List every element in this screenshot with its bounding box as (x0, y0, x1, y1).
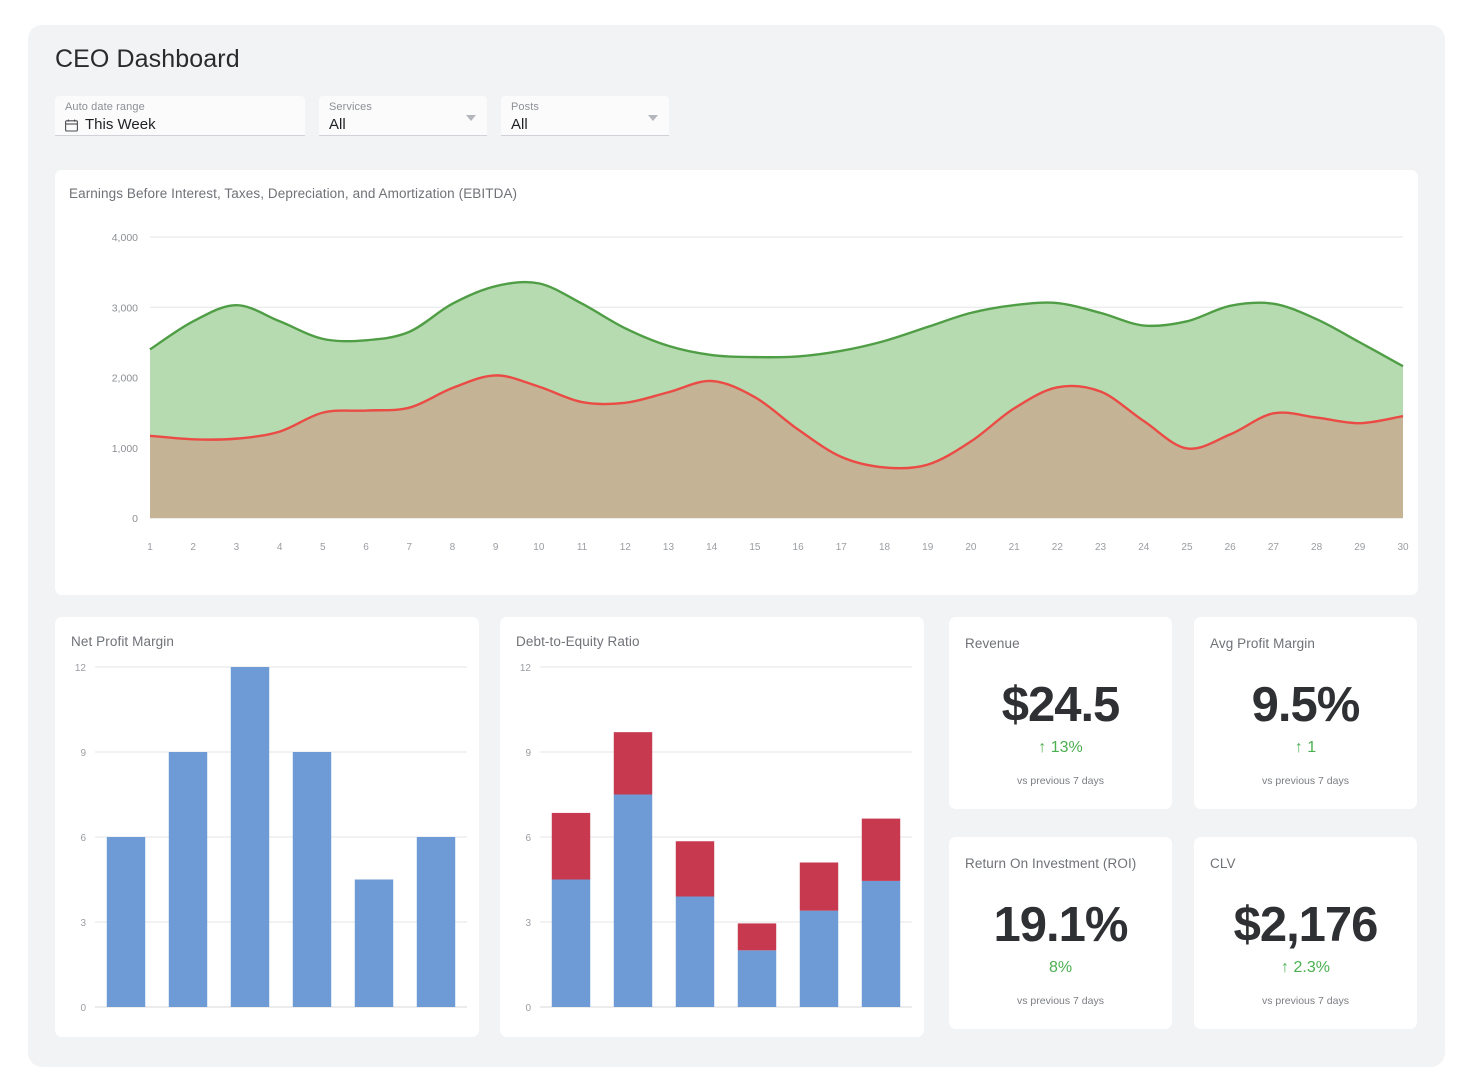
debt-to-equity-title: Debt-to-Equity Ratio (516, 634, 640, 649)
svg-text:3,000: 3,000 (112, 302, 138, 314)
svg-text:23: 23 (1095, 542, 1107, 553)
kpi-value-revenue: $24.5 (949, 677, 1172, 733)
svg-text:19: 19 (922, 542, 934, 553)
svg-text:6: 6 (525, 833, 531, 844)
dashboard-container: CEO Dashboard Auto date range This Week … (28, 25, 1445, 1067)
filter-value-services: All (329, 115, 477, 135)
kpi-subtext-clv: vs previous 7 days (1194, 995, 1417, 1007)
svg-text:6: 6 (80, 833, 86, 844)
svg-text:3: 3 (234, 542, 240, 553)
kpi-card-avg-profit-margin: Avg Profit Margin 9.5% ↑ 1 vs previous 7… (1194, 617, 1417, 809)
svg-text:16: 16 (793, 542, 805, 553)
svg-text:22: 22 (1052, 542, 1064, 553)
svg-text:15: 15 (749, 542, 761, 553)
svg-text:10: 10 (533, 542, 545, 553)
filter-label-date-range: Auto date range (65, 101, 295, 114)
svg-text:18: 18 (879, 542, 891, 553)
svg-text:29: 29 (1354, 542, 1366, 553)
svg-text:12: 12 (75, 663, 87, 674)
svg-text:1,000: 1,000 (112, 443, 138, 455)
chevron-down-icon[interactable] (466, 115, 476, 121)
svg-text:2: 2 (190, 542, 196, 553)
debt-to-equity-bar-chart[interactable]: 0 3 6 9 12 (500, 657, 924, 1037)
kpi-subtext-roi: vs previous 7 days (949, 995, 1172, 1007)
filter-label-services: Services (329, 101, 477, 114)
filter-posts[interactable]: Posts All (501, 96, 669, 136)
filter-value-posts: All (511, 115, 659, 135)
chevron-down-icon[interactable] (648, 115, 658, 121)
kpi-card-revenue: Revenue $24.5 ↑ 13% vs previous 7 days (949, 617, 1172, 809)
svg-text:7: 7 (406, 542, 412, 553)
ebitda-area-chart[interactable]: 01,0002,0003,0004,0001234567891011121314… (55, 215, 1418, 595)
kpi-delta-clv: ↑ 2.3% (1194, 958, 1417, 977)
kpi-delta-avg-profit-margin: ↑ 1 (1194, 738, 1417, 757)
svg-text:0: 0 (132, 513, 138, 525)
svg-text:6: 6 (363, 542, 369, 553)
svg-text:12: 12 (520, 663, 532, 674)
net-profit-margin-card: Net Profit Margin 0 3 6 9 12 (55, 617, 479, 1037)
kpi-card-clv: CLV $2,176 ↑ 2.3% vs previous 7 days (1194, 837, 1417, 1029)
filter-text-date-range: This Week (85, 115, 156, 135)
kpi-title-roi: Return On Investment (ROI) (965, 856, 1136, 871)
kpi-title-avg-profit-margin: Avg Profit Margin (1210, 636, 1315, 651)
kpi-subtext-revenue: vs previous 7 days (949, 775, 1172, 787)
kpi-title-revenue: Revenue (965, 636, 1020, 651)
svg-text:4,000: 4,000 (112, 232, 138, 244)
filter-bar: Auto date range This Week Services All (55, 96, 669, 136)
filter-value-date-range: This Week (65, 115, 295, 135)
svg-text:25: 25 (1181, 542, 1193, 553)
svg-text:3: 3 (525, 918, 531, 929)
kpi-delta-roi: 8% (949, 958, 1172, 977)
kpi-value-roi: 19.1% (949, 897, 1172, 953)
svg-text:9: 9 (80, 748, 86, 759)
filter-services[interactable]: Services All (319, 96, 487, 136)
svg-text:12: 12 (620, 542, 632, 553)
svg-text:30: 30 (1397, 542, 1409, 553)
svg-text:21: 21 (1009, 542, 1021, 553)
svg-text:11: 11 (577, 542, 588, 553)
svg-text:9: 9 (525, 748, 531, 759)
svg-text:27: 27 (1268, 542, 1280, 553)
net-profit-margin-title: Net Profit Margin (71, 634, 174, 649)
kpi-subtext-avg-profit-margin: vs previous 7 days (1194, 775, 1417, 787)
svg-text:8: 8 (450, 542, 456, 553)
page-title: CEO Dashboard (55, 45, 240, 74)
svg-text:0: 0 (80, 1003, 86, 1014)
svg-text:9: 9 (493, 542, 499, 553)
svg-text:17: 17 (836, 542, 848, 553)
filter-auto-date-range[interactable]: Auto date range This Week (55, 96, 305, 136)
ebitda-card: Earnings Before Interest, Taxes, Depreci… (55, 170, 1418, 595)
svg-text:2,000: 2,000 (112, 373, 138, 385)
kpi-value-clv: $2,176 (1194, 897, 1417, 953)
filter-label-posts: Posts (511, 101, 659, 114)
svg-text:3: 3 (80, 918, 86, 929)
svg-text:1: 1 (147, 542, 153, 553)
kpi-delta-revenue: ↑ 13% (949, 738, 1172, 757)
svg-text:5: 5 (320, 542, 326, 553)
svg-text:24: 24 (1138, 542, 1150, 553)
net-profit-margin-bar-chart[interactable]: 0 3 6 9 12 (55, 657, 479, 1037)
debt-to-equity-card: Debt-to-Equity Ratio 0 3 6 9 12 (500, 617, 924, 1037)
svg-text:28: 28 (1311, 542, 1323, 553)
svg-text:4: 4 (277, 542, 283, 553)
svg-text:20: 20 (965, 542, 977, 553)
ebitda-chart-title: Earnings Before Interest, Taxes, Depreci… (69, 186, 517, 201)
svg-text:14: 14 (706, 542, 718, 553)
svg-text:26: 26 (1225, 542, 1237, 553)
svg-text:0: 0 (525, 1003, 531, 1014)
calendar-icon (65, 119, 78, 132)
svg-text:13: 13 (663, 542, 675, 553)
kpi-card-roi: Return On Investment (ROI) 19.1% 8% vs p… (949, 837, 1172, 1029)
kpi-title-clv: CLV (1210, 856, 1236, 871)
kpi-value-avg-profit-margin: 9.5% (1194, 677, 1417, 733)
